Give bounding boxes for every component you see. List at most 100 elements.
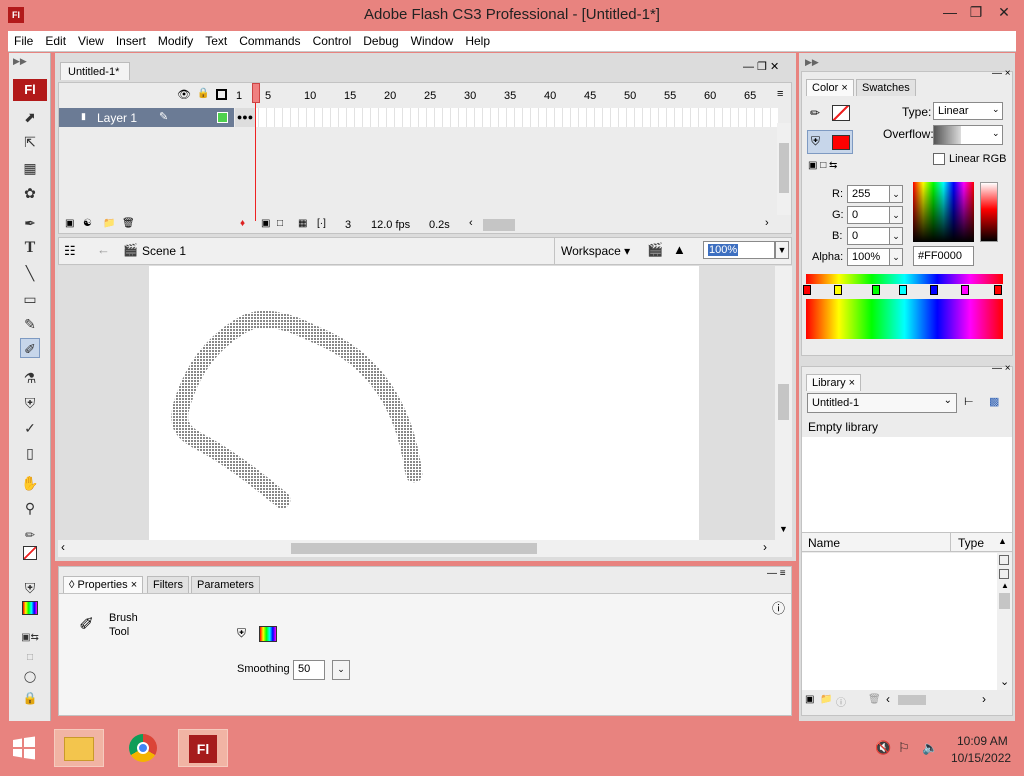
new-folder-icon[interactable]: 📁 bbox=[820, 694, 832, 705]
new-library-panel-icon[interactable]: ⊢ bbox=[964, 395, 974, 408]
maximize-button[interactable]: ❐ bbox=[963, 2, 989, 22]
black-white-swap-icon[interactable]: ▣⇆ bbox=[20, 628, 40, 648]
lock-icon[interactable]: 🔒 bbox=[197, 88, 209, 99]
menu-edit[interactable]: Edit bbox=[39, 31, 72, 48]
type-dropdown-icon[interactable]: ⌄ bbox=[992, 104, 1000, 115]
pasteboard[interactable] bbox=[58, 266, 775, 540]
stroke-swatch[interactable] bbox=[20, 543, 40, 563]
stage[interactable] bbox=[149, 266, 699, 540]
playhead[interactable] bbox=[252, 83, 260, 221]
gradient-stop[interactable] bbox=[803, 285, 811, 295]
gradient-stop[interactable] bbox=[899, 285, 907, 295]
menu-insert[interactable]: Insert bbox=[110, 31, 152, 48]
onion-skin-icon[interactable]: ▣ bbox=[261, 218, 270, 229]
menu-help[interactable]: Help bbox=[459, 31, 496, 48]
frames-strip[interactable]: ●●● bbox=[235, 108, 778, 127]
hand-tool-icon[interactable]: ✋ bbox=[20, 473, 40, 493]
hex-input[interactable]: #FF0000 bbox=[913, 246, 974, 266]
menu-debug[interactable]: Debug bbox=[357, 31, 404, 48]
library-hscroll-thumb[interactable] bbox=[898, 695, 926, 705]
tab-properties[interactable]: ◊ Properties × bbox=[63, 576, 144, 593]
insert-folder-icon[interactable]: 📁 bbox=[103, 218, 115, 229]
tab-swatches[interactable]: Swatches bbox=[856, 79, 916, 96]
fill-swatch[interactable] bbox=[832, 135, 850, 150]
stroke-color-icon[interactable]: ✏ bbox=[20, 525, 40, 545]
gradient-stop[interactable] bbox=[834, 285, 842, 295]
clock-date[interactable]: 10/15/2022 bbox=[951, 751, 1011, 765]
delete-layer-icon[interactable]: 🗑 bbox=[122, 218, 135, 229]
wide-view-icon[interactable] bbox=[999, 555, 1009, 565]
properties-icon[interactable]: ⓘ bbox=[836, 694, 846, 709]
edit-scene-icon[interactable]: 🎬 bbox=[647, 242, 663, 258]
narrow-view-icon[interactable] bbox=[999, 569, 1009, 579]
scroll-down-icon[interactable]: ▼ bbox=[779, 524, 788, 534]
text-tool-icon[interactable]: T bbox=[20, 238, 40, 258]
document-window-controls[interactable]: — ❐ ✕ bbox=[743, 60, 779, 73]
menu-view[interactable]: View bbox=[72, 31, 110, 48]
swap-colors-icon[interactable]: ▣ □ ⇆ bbox=[808, 160, 837, 171]
zoom-dropdown-icon[interactable]: ▼ bbox=[775, 241, 789, 259]
color-spectrum[interactable] bbox=[913, 182, 974, 242]
timeline-vscroll[interactable] bbox=[777, 123, 791, 215]
no-color-icon[interactable]: □ bbox=[20, 648, 40, 668]
lock-fill-icon[interactable]: 🔒 bbox=[20, 688, 40, 708]
outline-icon[interactable] bbox=[216, 89, 227, 100]
r-input[interactable]: 255 bbox=[847, 185, 891, 203]
minimize-button[interactable]: — bbox=[937, 2, 963, 22]
overflow-dropdown-icon[interactable]: ⌄ bbox=[992, 128, 1000, 139]
linear-rgb-checkbox[interactable] bbox=[933, 153, 945, 165]
timeline-menu-icon[interactable]: ≡ bbox=[777, 88, 783, 100]
column-type[interactable]: Type bbox=[958, 536, 984, 550]
help-icon[interactable]: ⓘ bbox=[772, 598, 785, 617]
tab-filters[interactable]: Filters bbox=[147, 576, 189, 593]
library-scroll-left-icon[interactable]: ‹ bbox=[886, 692, 890, 706]
delete-icon[interactable]: 🗑 bbox=[868, 694, 881, 705]
gradient-stop[interactable] bbox=[872, 285, 880, 295]
brush-stroke[interactable] bbox=[149, 266, 699, 540]
add-guide-layer-icon[interactable]: ☯ bbox=[83, 218, 92, 229]
gradient-stop[interactable] bbox=[930, 285, 938, 295]
stage-hscroll-thumb[interactable] bbox=[291, 543, 537, 554]
zoom-tool-icon[interactable]: ⚲ bbox=[20, 498, 40, 518]
menu-window[interactable]: Window bbox=[405, 31, 460, 48]
stage-hscroll[interactable]: ‹ › bbox=[58, 540, 792, 557]
library-document-select[interactable]: Untitled-1 ⌄ bbox=[807, 393, 957, 413]
alpha-dropdown-icon[interactable]: ⌄ bbox=[889, 248, 903, 266]
menu-file[interactable]: File bbox=[8, 31, 39, 48]
g-input[interactable]: 0 bbox=[847, 206, 891, 224]
menu-modify[interactable]: Modify bbox=[152, 31, 199, 48]
tab-parameters[interactable]: Parameters bbox=[191, 576, 260, 593]
tab-library[interactable]: Library × bbox=[806, 374, 862, 391]
free-transform-tool-icon[interactable]: ▦ bbox=[20, 158, 40, 178]
object-drawing-icon[interactable]: ◯ bbox=[20, 667, 40, 687]
clock-time[interactable]: 10:09 AM bbox=[957, 734, 1008, 748]
zoom-field[interactable]: 100% bbox=[703, 241, 775, 259]
scroll-left-icon[interactable]: ‹ bbox=[61, 540, 65, 554]
timeline-scroll-left-icon[interactable]: ‹ bbox=[469, 217, 473, 229]
gradient-stop[interactable] bbox=[994, 285, 1002, 295]
fill-color-icon[interactable]: ⛨ bbox=[20, 578, 40, 598]
pen-tool-icon[interactable]: ✒ bbox=[20, 213, 40, 233]
scroll-up-icon[interactable]: ▲ bbox=[1001, 581, 1009, 590]
layer-color-swatch[interactable] bbox=[217, 112, 228, 123]
pencil-tool-icon[interactable]: ✎ bbox=[20, 314, 40, 334]
eye-icon[interactable]: 👁 bbox=[177, 88, 191, 101]
brightness-slider[interactable] bbox=[980, 182, 998, 242]
fill-color-swatch[interactable] bbox=[259, 626, 277, 642]
color-panel-controls[interactable]: — × bbox=[992, 68, 1011, 79]
stage-vscroll[interactable]: ▼ bbox=[775, 266, 792, 540]
library-vscroll-thumb[interactable] bbox=[999, 593, 1010, 609]
center-frame-icon[interactable]: ♦ bbox=[240, 218, 245, 229]
gradient-stop[interactable] bbox=[961, 285, 969, 295]
library-panel-controls[interactable]: — × bbox=[992, 363, 1011, 374]
tab-color[interactable]: Color × bbox=[806, 79, 854, 96]
new-symbol-icon[interactable]: ▣ bbox=[805, 694, 814, 705]
pin-library-icon[interactable]: ▩ bbox=[989, 395, 999, 408]
chrome-button[interactable] bbox=[118, 729, 168, 767]
b-input[interactable]: 0 bbox=[847, 227, 891, 245]
edit-symbols-icon[interactable]: ▲ bbox=[673, 242, 686, 257]
sort-icon[interactable]: ▲ bbox=[998, 536, 1007, 546]
stroke-swatch[interactable] bbox=[832, 105, 850, 121]
start-button[interactable] bbox=[0, 729, 48, 767]
ink-bottle-tool-icon[interactable]: ⚗ bbox=[20, 368, 40, 388]
